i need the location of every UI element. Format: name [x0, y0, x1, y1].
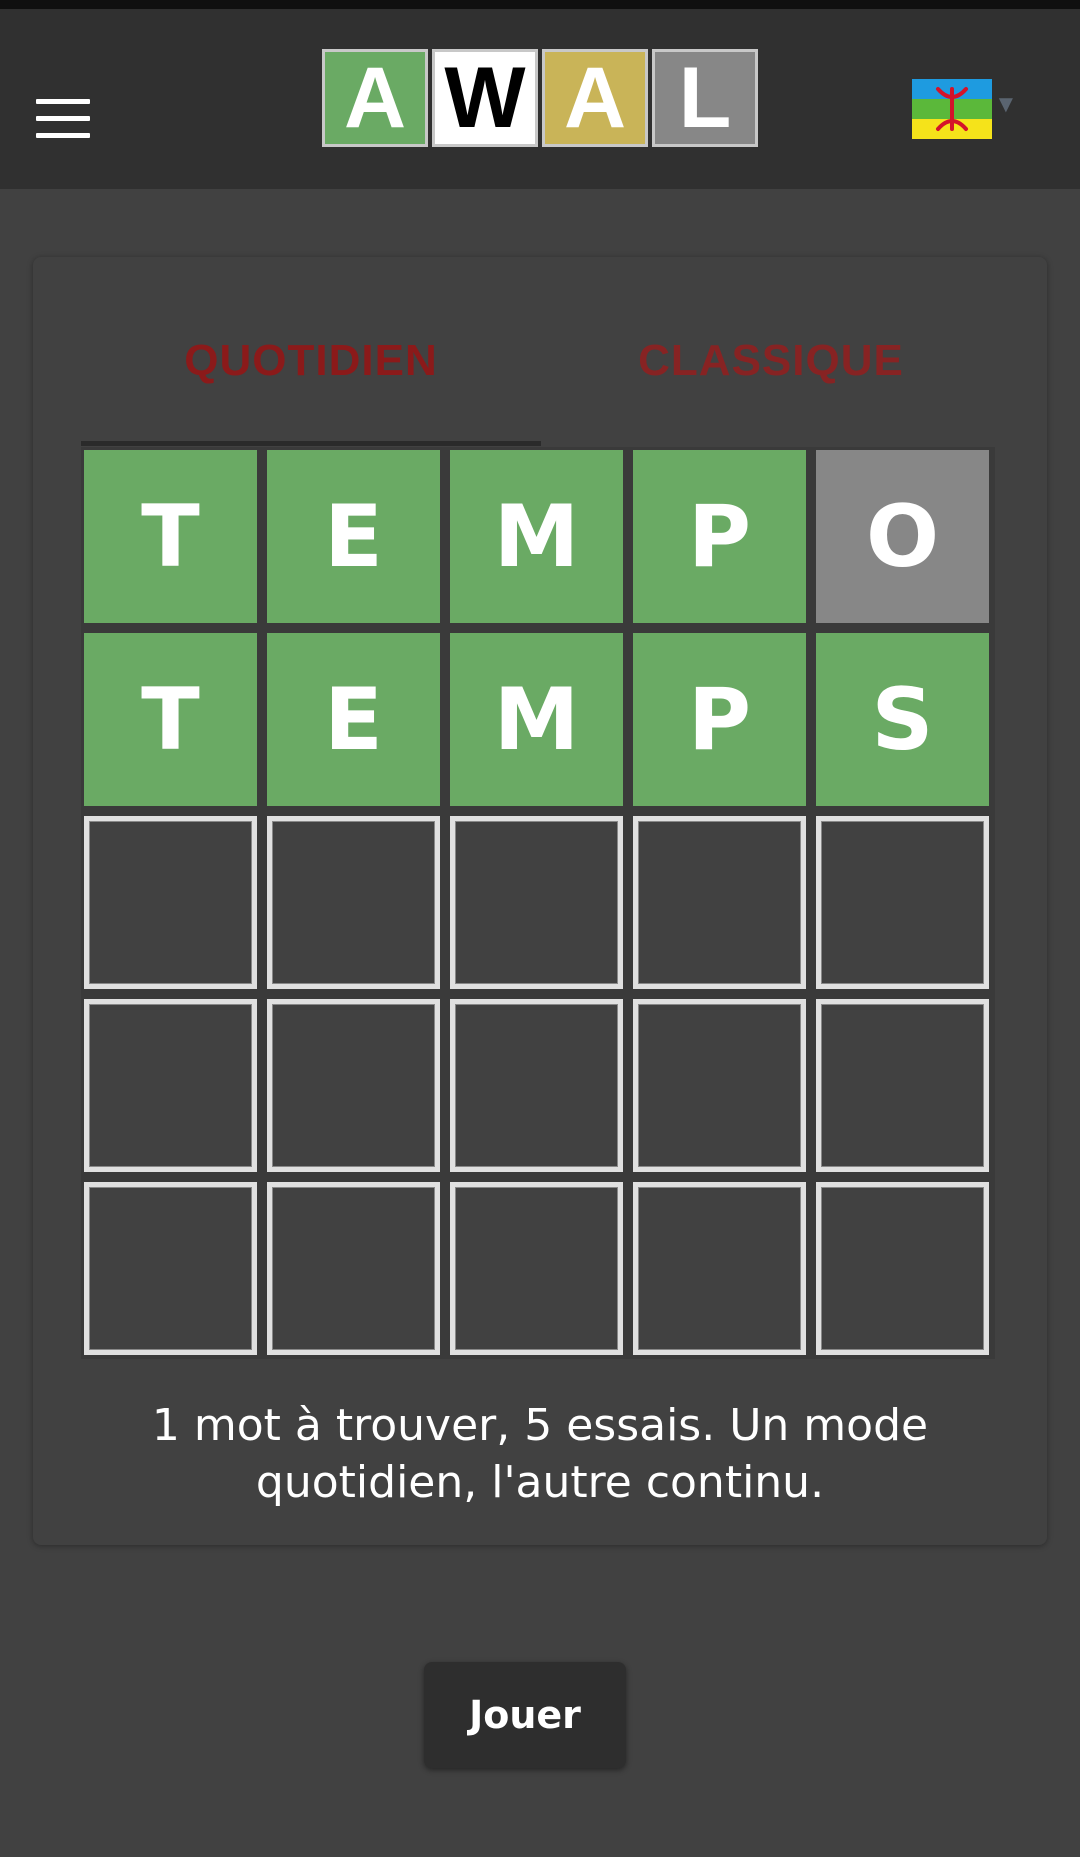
game-description: 1 mot à trouver, 5 essais. Un mode quoti… [151, 1400, 929, 1508]
letter-cell [450, 999, 623, 1172]
tab-classique[interactable]: CLASSIQUE [541, 317, 1001, 405]
logo-letter-tile: L [652, 49, 758, 147]
app-header: AWAL ▼ [0, 9, 1080, 189]
active-tab-indicator [81, 441, 541, 446]
grid-row: TEMPO [84, 450, 995, 623]
letter-cell: M [450, 450, 623, 623]
letter-cell [267, 816, 440, 989]
letter-cell [450, 816, 623, 989]
letter-cell [267, 999, 440, 1172]
letter-cell: O [816, 450, 989, 623]
letter-cell: T [84, 633, 257, 806]
letter-cell: P [633, 633, 806, 806]
letter-cell [267, 1182, 440, 1355]
hamburger-menu-icon[interactable] [36, 99, 90, 139]
letter-cell [633, 999, 806, 1172]
letter-cell [816, 999, 989, 1172]
logo-letter-tile: A [542, 49, 648, 147]
letter-cell [450, 1182, 623, 1355]
grid-row [84, 816, 995, 989]
play-button[interactable]: Jouer [424, 1662, 626, 1768]
grid-row [84, 999, 995, 1172]
logo-letter-tile: A [322, 49, 428, 147]
letter-cell: S [816, 633, 989, 806]
grid-row: TEMPS [84, 633, 995, 806]
letter-cell: T [84, 450, 257, 623]
logo-letter-tile: W [432, 49, 538, 147]
letter-cell [84, 1182, 257, 1355]
awal-logo: AWAL [322, 49, 758, 147]
mode-tabs: QUOTIDIEN CLASSIQUE [81, 317, 1001, 405]
letter-cell [633, 1182, 806, 1355]
language-selector[interactable]: ▼ [912, 79, 1018, 149]
chevron-down-icon: ▼ [994, 91, 1018, 118]
letter-cell [633, 816, 806, 989]
status-strip [0, 0, 1080, 9]
game-preview-card: QUOTIDIEN CLASSIQUE TEMPOTEMPS 1 mot à t… [33, 257, 1047, 1545]
letter-cell: P [633, 450, 806, 623]
letter-cell: E [267, 633, 440, 806]
letter-cell [816, 1182, 989, 1355]
letter-cell: E [267, 450, 440, 623]
amazigh-flag-icon [912, 79, 992, 139]
letter-cell: M [450, 633, 623, 806]
letter-cell [84, 999, 257, 1172]
word-grid: TEMPOTEMPS [81, 447, 995, 1359]
grid-row [84, 1182, 995, 1355]
tab-quotidien[interactable]: QUOTIDIEN [81, 317, 541, 405]
letter-cell [84, 816, 257, 989]
letter-cell [816, 816, 989, 989]
